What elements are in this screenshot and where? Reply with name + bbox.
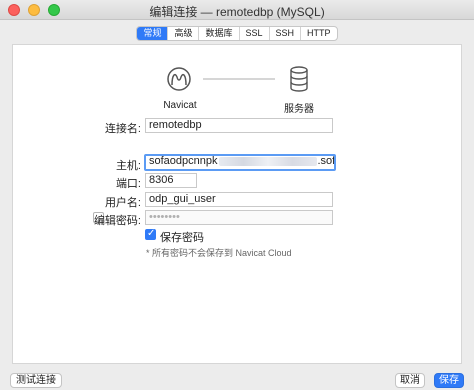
- navicat-label: Navicat: [163, 100, 197, 111]
- connection-name-label: 连接名:: [104, 123, 141, 135]
- save-password-checkbox[interactable]: [145, 228, 156, 240]
- connection-name-input[interactable]: remotedbp: [145, 118, 333, 133]
- host-label: 主机:: [115, 160, 141, 172]
- username-label: 用户名:: [104, 197, 141, 209]
- host-input[interactable]: sofaodpcnnpk .sofaodp.aliyuncs.: [144, 154, 336, 171]
- navicat-logo-icon: [167, 67, 191, 91]
- password-hint: * 所有密码不会保存到 Navicat Cloud: [146, 248, 292, 258]
- tab-bar-wrapper: 常规 高级 数据库 SSL SSH HTTP: [0, 26, 474, 41]
- save-button[interactable]: 保存: [434, 373, 464, 388]
- test-connection-button[interactable]: 测试连接: [10, 373, 62, 388]
- cancel-button[interactable]: 取消: [395, 373, 425, 388]
- tab-ssh[interactable]: SSH: [270, 27, 302, 40]
- save-password-label: 保存密码: [160, 232, 204, 244]
- title-bar: 编辑连接 — remotedbp (MySQL): [0, 0, 474, 20]
- port-input[interactable]: 8306: [145, 173, 197, 188]
- redacted-host-segment: [218, 156, 317, 166]
- tab-ssl[interactable]: SSL: [240, 27, 270, 40]
- connection-diagram: Navicat 服务器: [163, 57, 323, 117]
- general-panel: Navicat 服务器 连接名: remotedbp 主机: sofaodpcn…: [12, 44, 462, 364]
- host-value-prefix: sofaodpcnnpk: [149, 155, 218, 167]
- username-input[interactable]: odp_gui_user: [145, 192, 333, 207]
- tab-advanced[interactable]: 高级: [168, 27, 200, 40]
- port-label: 端口:: [115, 178, 141, 190]
- tab-general[interactable]: 常规: [137, 27, 169, 40]
- tab-bar: 常规 高级 数据库 SSL SSH HTTP: [136, 26, 338, 41]
- database-icon: [290, 66, 308, 92]
- tab-databases[interactable]: 数据库: [199, 27, 240, 40]
- edit-password-label: 编辑密码:: [93, 215, 141, 227]
- password-input[interactable]: ••••••••: [145, 210, 333, 225]
- server-label: 服务器: [284, 104, 314, 115]
- tab-http[interactable]: HTTP: [301, 27, 336, 40]
- host-value-suffix: .sofaodp.aliyuncs.: [317, 155, 336, 167]
- window-title: 编辑连接 — remotedbp (MySQL): [149, 5, 325, 19]
